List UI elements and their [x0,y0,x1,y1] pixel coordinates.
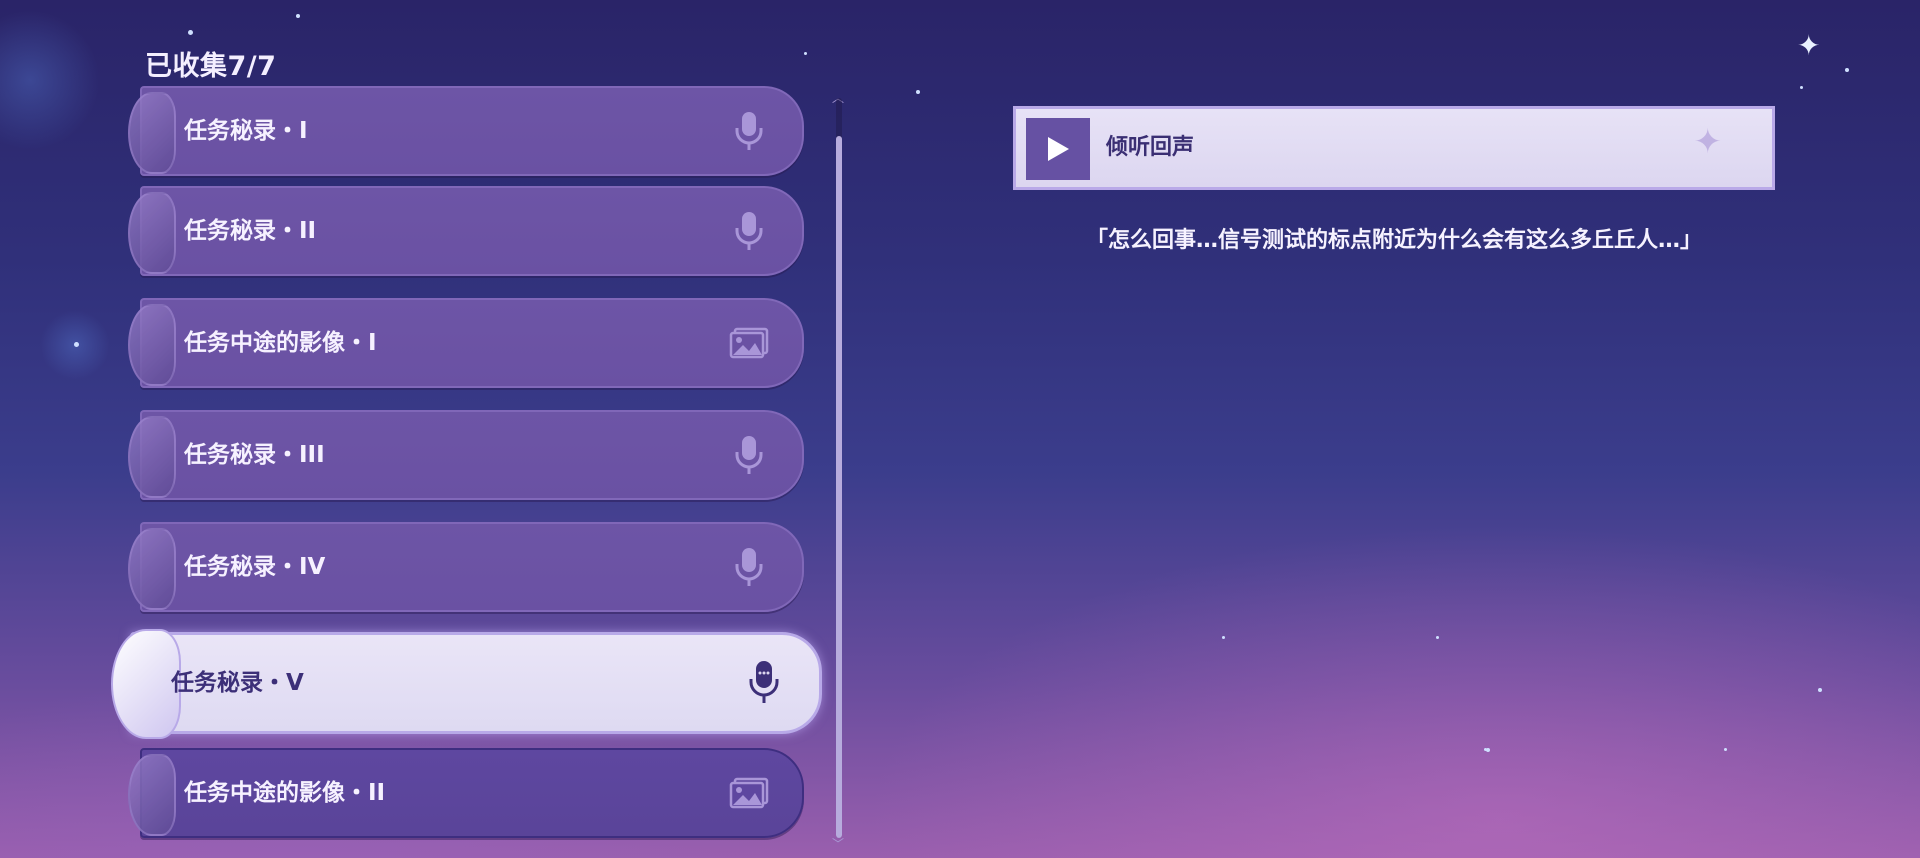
play-button[interactable] [1026,118,1090,180]
microphone-icon [739,657,789,707]
star [1222,636,1225,639]
list-item-4[interactable]: 任务秘录・III [128,410,804,500]
star [1436,636,1439,639]
microphone-icon [724,430,774,480]
image-icon [724,768,774,818]
star [916,90,920,94]
play-icon [1048,137,1069,161]
list-item-label: 任务秘录・IV [184,554,326,580]
conch-shell-decoration [128,92,176,174]
list-item-label: 任务中途的影像・I [184,330,377,356]
list-item-label: 任务秘录・I [184,118,308,144]
conch-shell-decoration [128,304,176,386]
star [74,342,79,347]
conch-shell-decoration [128,528,176,610]
conch-shell-decoration [128,192,176,274]
list-item-1[interactable]: 任务秘录・I [128,86,804,176]
list-item-label: 任务中途的影像・II [184,780,386,806]
star [1484,748,1487,751]
dialogue-quote: 「怎么回事…信号测试的标点附近为什么会有这么多丘丘人…」 [1085,228,1702,253]
conch-shell-decoration [128,416,176,498]
sparkle-icon: ✦ [1797,29,1821,62]
star-decoration-icon: ✦ [1693,122,1723,162]
microphone-icon [724,542,774,592]
nebula-glow [0,10,100,150]
listen-echo-panel: 倾听回声 ✦ [1013,106,1775,190]
list-item-5[interactable]: 任务秘录・IV [128,522,804,612]
list-item-2[interactable]: 任务秘录・II [128,186,804,276]
star [804,52,807,55]
scrollbar-thumb[interactable] [836,136,842,838]
list-item-label: 任务秘录・II [184,218,317,244]
star [1724,748,1727,751]
star [1845,68,1849,72]
play-label: 倾听回声 [1106,135,1195,160]
star [1800,86,1803,89]
collection-counter: 已收集7/7 [145,51,277,82]
entry-list: 任务秘录・I 任务秘录・II 任务中途的影像・I 任务秘录・III 任务秘录・I… [111,86,822,858]
star [188,30,193,35]
conch-shell-decoration [128,754,176,836]
microphone-icon [724,106,774,156]
star [1818,688,1822,692]
star [296,14,300,18]
image-icon [724,318,774,368]
list-item-label: 任务秘录・III [184,442,325,468]
list-item-3[interactable]: 任务中途的影像・I [128,298,804,388]
list-item-7[interactable]: 任务中途的影像・II [128,748,804,838]
archive-screen: { "header": { "counter": "已收集7/7" }, "li… [0,0,1920,858]
microphone-icon [724,206,774,256]
list-item-label: 任务秘录・V [171,670,304,696]
scroll-down-arrow-icon[interactable]: ﹀ [832,838,844,850]
list-item-6-selected[interactable]: 任务秘录・V [111,629,822,739]
